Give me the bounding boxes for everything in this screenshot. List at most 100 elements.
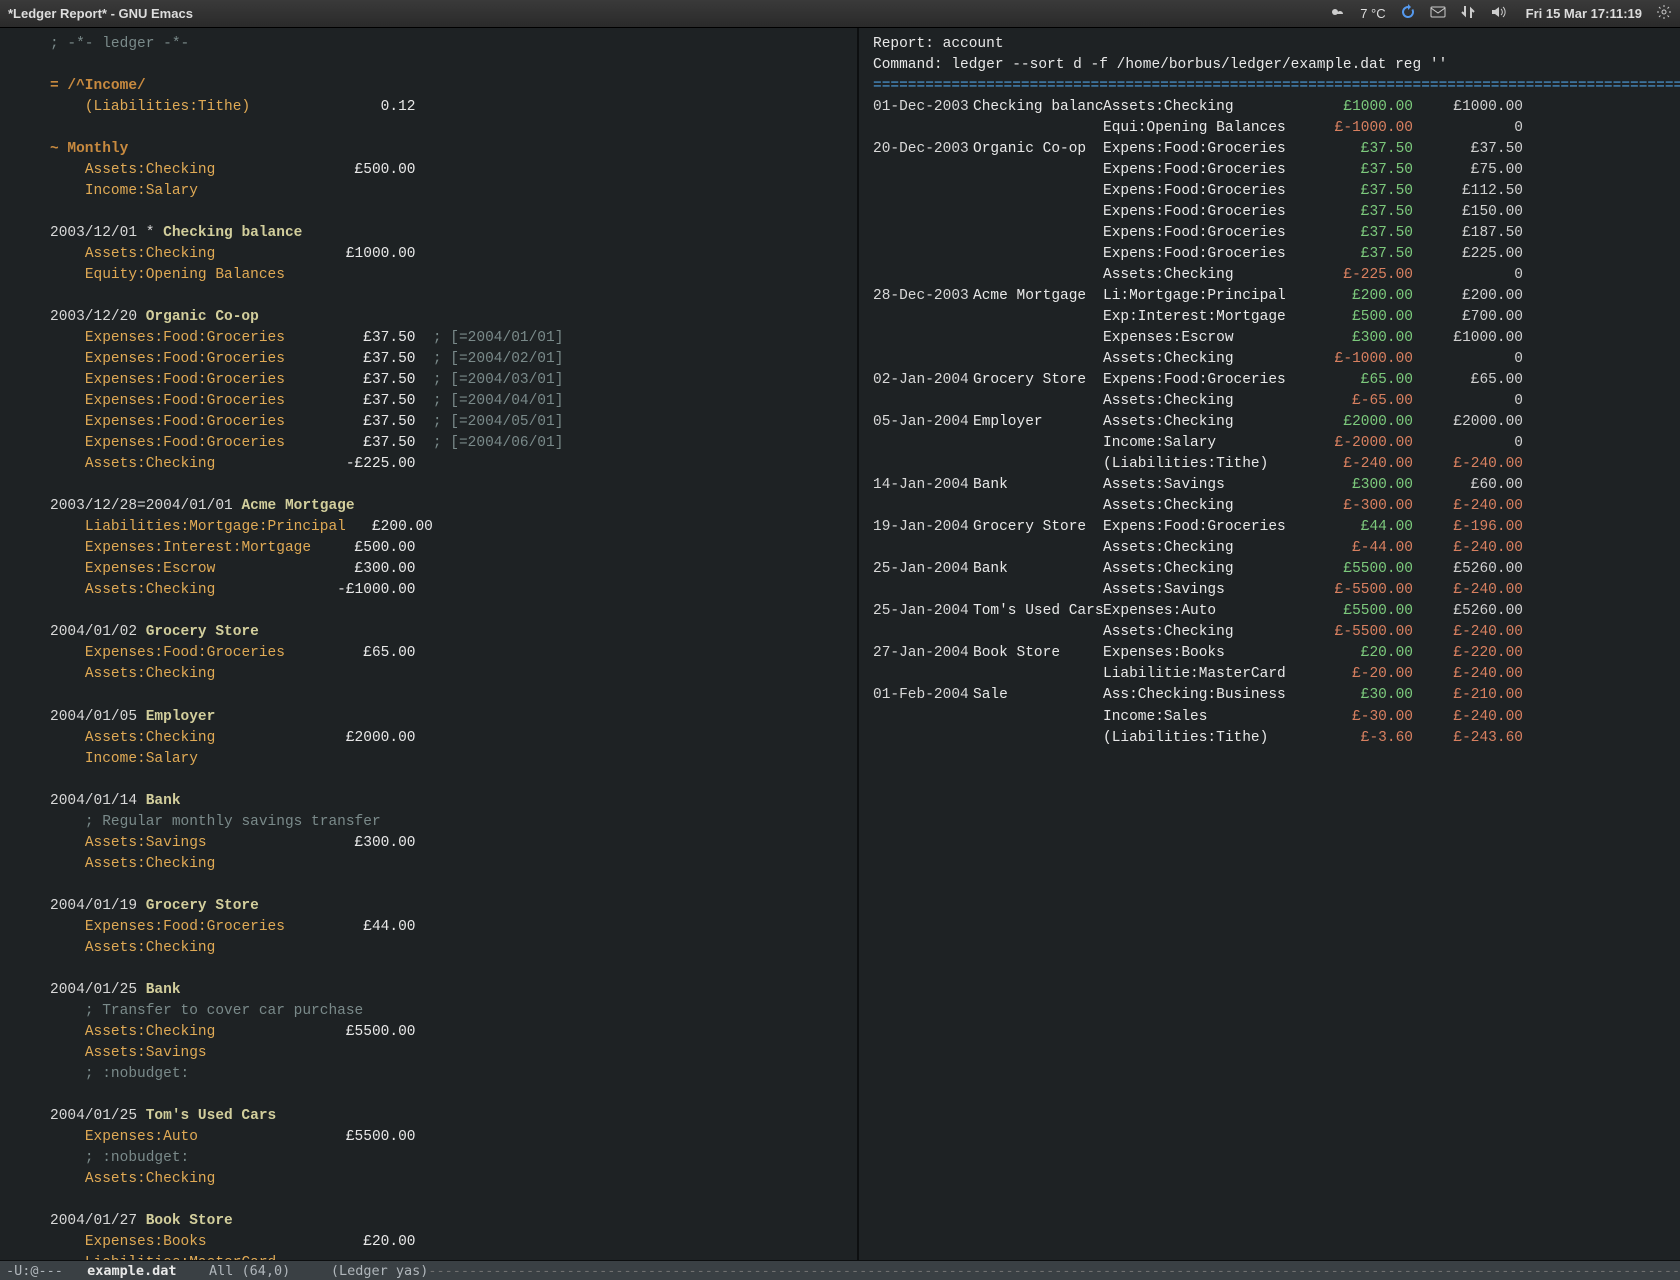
- report-account: Assets:Checking: [1103, 622, 1303, 643]
- report-payee: Grocery Store: [973, 517, 1103, 538]
- ledger-account: Liabilities:Mortgage:Principal: [85, 519, 346, 535]
- report-balance: 0: [1413, 391, 1523, 412]
- ledger-account: Income:Salary: [85, 183, 329, 199]
- report-amount: £-1000.00: [1303, 349, 1413, 370]
- ledger-date: 2004/01/27: [50, 1213, 146, 1229]
- network-icon[interactable]: [1460, 4, 1476, 23]
- mail-icon[interactable]: [1430, 4, 1446, 23]
- report-amount: £65.00: [1303, 370, 1413, 391]
- report-row: 27-Jan-2004Book StoreExpenses:Books£20.0…: [873, 643, 1670, 664]
- report-account: Expens:Food:Groceries: [1103, 517, 1303, 538]
- ledger-note: ; [=2004/04/01]: [433, 393, 564, 409]
- report-account: Exp:Interest:Mortgage: [1103, 307, 1303, 328]
- mode-line-flags: -U:@---: [6, 1263, 79, 1279]
- report-account: Assets:Checking: [1103, 559, 1303, 580]
- report-balance: £150.00: [1413, 202, 1523, 223]
- ledger-report-buffer[interactable]: Report: account Command: ledger --sort d…: [859, 28, 1680, 1260]
- report-title: Report: account: [873, 36, 1004, 52]
- report-balance: £112.50: [1413, 181, 1523, 202]
- report-amount: £30.00: [1303, 685, 1413, 706]
- report-account: Expens:Food:Groceries: [1103, 223, 1303, 244]
- settings-gear-icon[interactable]: [1656, 4, 1672, 23]
- ledger-date: 2004/01/02: [50, 624, 146, 640]
- ledger-account: Expenses:Auto: [85, 1129, 329, 1145]
- report-payee: [973, 202, 1103, 223]
- report-amount: £37.50: [1303, 244, 1413, 265]
- ledger-amount: -£1000.00: [328, 582, 415, 598]
- report-row: Assets:Checking£-1000.000: [873, 349, 1670, 370]
- report-payee: Bank: [973, 475, 1103, 496]
- report-payee: Bank: [973, 559, 1103, 580]
- report-amount: £2000.00: [1303, 412, 1413, 433]
- volume-icon[interactable]: [1490, 4, 1506, 23]
- report-balance: £1000.00: [1413, 97, 1523, 118]
- ledger-note: ; [=2004/05/01]: [433, 414, 564, 430]
- mode-line-left[interactable]: -U:@--- example.dat All (64,0) (Ledger y…: [0, 1260, 1680, 1280]
- ledger-account: Income:Salary: [85, 751, 329, 767]
- report-account: Expenses:Auto: [1103, 601, 1303, 622]
- ledger-account: Assets:Checking: [85, 456, 329, 472]
- report-amount: £37.50: [1303, 139, 1413, 160]
- ledger-account: Expenses:Food:Groceries: [85, 351, 329, 367]
- ledger-account: Assets:Checking: [85, 940, 329, 956]
- report-balance: 0: [1413, 118, 1523, 139]
- report-row: (Liabilities:Tithe)£-3.60£-243.60: [873, 728, 1670, 749]
- report-payee: [973, 664, 1103, 685]
- ledger-date: 2004/01/25: [50, 1108, 146, 1124]
- report-date: [873, 707, 973, 728]
- report-amount: £-5500.00: [1303, 580, 1413, 601]
- report-account: Expens:Food:Groceries: [1103, 370, 1303, 391]
- report-balance: £2000.00: [1413, 412, 1523, 433]
- ledger-amount: £300.00: [328, 835, 415, 851]
- report-account: Liabilitie:MasterCard: [1103, 664, 1303, 685]
- report-date: [873, 244, 973, 265]
- report-date: [873, 349, 973, 370]
- report-row: Exp:Interest:Mortgage£500.00£700.00: [873, 307, 1670, 328]
- report-row: Assets:Checking£-300.00£-240.00: [873, 496, 1670, 517]
- weather-icon[interactable]: [1330, 4, 1346, 23]
- clock[interactable]: Fri 15 Mar 17:11:19: [1526, 6, 1642, 21]
- report-row: (Liabilities:Tithe)£-240.00£-240.00: [873, 454, 1670, 475]
- ledger-account: (Liabilities:Tithe): [85, 99, 329, 115]
- report-payee: [973, 707, 1103, 728]
- report-balance: £5260.00: [1413, 601, 1523, 622]
- report-balance: £-240.00: [1413, 580, 1523, 601]
- report-row: 14-Jan-2004BankAssets:Savings£300.00£60.…: [873, 475, 1670, 496]
- ledger-payee: Bank: [146, 793, 181, 809]
- ledger-account: Expenses:Food:Groceries: [85, 330, 329, 346]
- report-balance: £37.50: [1413, 139, 1523, 160]
- report-account: Assets:Savings: [1103, 475, 1303, 496]
- mode-line-fill: ----------------------------------------…: [428, 1263, 1680, 1279]
- ledger-date: 2004/01/14: [50, 793, 146, 809]
- ledger-amount: £200.00: [346, 519, 433, 535]
- ledger-account: Assets:Savings: [85, 835, 329, 851]
- report-row: Assets:Checking£-65.000: [873, 391, 1670, 412]
- report-row: 01-Feb-2004SaleAss:Checking:Business£30.…: [873, 685, 1670, 706]
- report-date: [873, 160, 973, 181]
- report-amount: £-65.00: [1303, 391, 1413, 412]
- ledger-payee: Book Store: [146, 1213, 233, 1229]
- report-payee: [973, 181, 1103, 202]
- report-balance: £60.00: [1413, 475, 1523, 496]
- ledger-account: Equity:Opening Balances: [85, 267, 329, 283]
- report-row: Assets:Checking£-225.000: [873, 265, 1670, 286]
- ledger-date: 2003/12/01 *: [50, 225, 163, 241]
- report-row: Assets:Checking£-44.00£-240.00: [873, 538, 1670, 559]
- ledger-account: Assets:Checking: [85, 162, 329, 178]
- refresh-icon[interactable]: [1400, 4, 1416, 23]
- report-balance: £225.00: [1413, 244, 1523, 265]
- ledger-amount: £37.50: [328, 372, 415, 388]
- ledger-account: Expenses:Food:Groceries: [85, 435, 329, 451]
- report-balance: 0: [1413, 349, 1523, 370]
- report-row: 05-Jan-2004EmployerAssets:Checking£2000.…: [873, 412, 1670, 433]
- report-amount: £200.00: [1303, 286, 1413, 307]
- ledger-source-buffer[interactable]: ; -*- ledger -*- = /^Income/ (Liabilitie…: [0, 28, 859, 1260]
- report-date: [873, 622, 973, 643]
- ledger-payee: Acme Mortgage: [241, 498, 354, 514]
- report-row: Equi:Opening Balances£-1000.000: [873, 118, 1670, 139]
- report-row: Liabilitie:MasterCard£-20.00£-240.00: [873, 664, 1670, 685]
- ledger-note: ; [=2004/03/01]: [433, 372, 564, 388]
- report-amount: £500.00: [1303, 307, 1413, 328]
- report-payee: Sale: [973, 685, 1103, 706]
- report-row: Expens:Food:Groceries£37.50£75.00: [873, 160, 1670, 181]
